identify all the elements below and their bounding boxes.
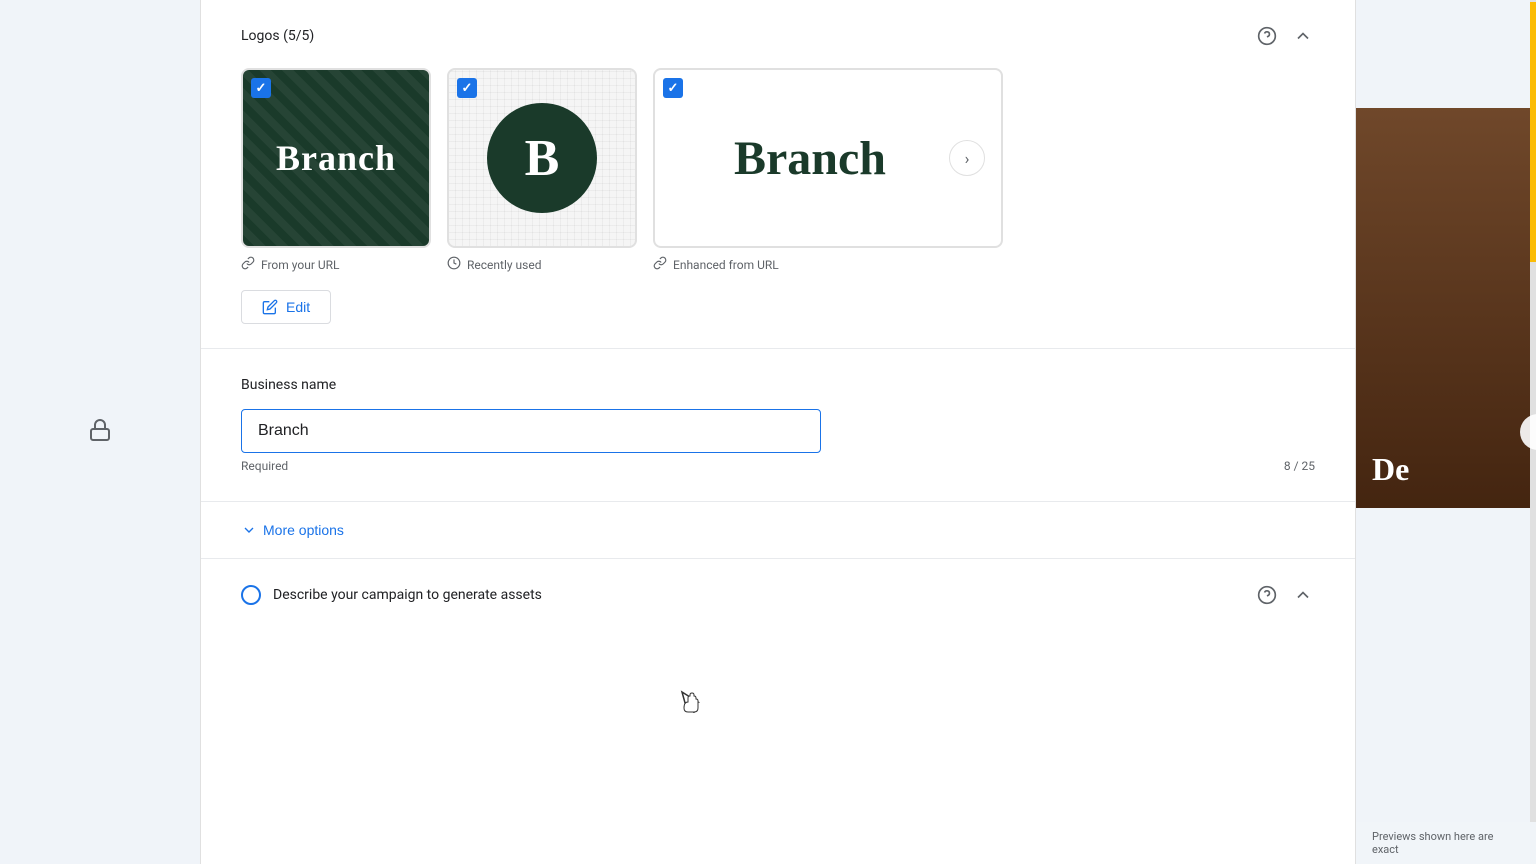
logo-card-3-container: Branch › Enhanced from URL	[653, 68, 1003, 274]
logos-help-button[interactable]	[1255, 24, 1279, 48]
describe-title: Describe your campaign to generate asset…	[273, 587, 542, 603]
previews-note-text: Previews shown here are exact	[1372, 830, 1493, 856]
logo-1-label: From your URL	[241, 256, 431, 274]
preview-text: De	[1372, 451, 1409, 488]
lock-icon	[88, 418, 112, 446]
preview-card: De	[1356, 108, 1536, 508]
edit-button-label: Edit	[286, 299, 310, 315]
logos-section-header: Logos (5/5)	[241, 24, 1315, 48]
logo-1-text: Branch	[276, 137, 396, 179]
logo-2-label: Recently used	[447, 256, 637, 274]
char-count: 8 / 25	[1284, 459, 1315, 473]
describe-collapse-button[interactable]	[1291, 583, 1315, 607]
previews-note: Previews shown here are exact	[1356, 822, 1536, 864]
logo-1-label-text: From your URL	[261, 258, 340, 272]
describe-help-button[interactable]	[1255, 583, 1279, 607]
more-options-section: More options	[201, 502, 1355, 559]
logo-card-2[interactable]: B	[447, 68, 637, 248]
more-options-button[interactable]: More options	[241, 522, 344, 538]
logo-card-3[interactable]: Branch ›	[653, 68, 1003, 248]
logo-3-label-text: Enhanced from URL	[673, 258, 779, 272]
input-footer: Required 8 / 25	[241, 459, 1315, 473]
logo-2-checkbox	[457, 78, 477, 98]
business-name-input-wrapper	[241, 409, 821, 453]
business-name-label: Business name	[241, 377, 1315, 393]
logo-cards-container: Branch From your URL	[241, 68, 1315, 274]
logo-1-url-icon	[241, 256, 255, 274]
logo-3-next-arrow[interactable]: ›	[949, 140, 985, 176]
describe-section-header: Describe your campaign to generate asset…	[241, 583, 1315, 607]
logo-card-2-container: B Recently used	[447, 68, 637, 274]
logo-2-clock-icon	[447, 256, 461, 274]
business-name-section: Business name Required 8 / 25	[201, 349, 1355, 502]
describe-section: Describe your campaign to generate asset…	[201, 559, 1355, 631]
describe-icons	[1255, 583, 1315, 607]
preview-scrollbar-thumb	[1530, 2, 1536, 261]
right-preview-panel: › De Previews shown here are exact	[1356, 0, 1536, 864]
logo-3-text: Branch	[671, 131, 949, 186]
sidebar	[0, 0, 200, 864]
more-options-label: More options	[263, 522, 344, 538]
describe-checkbox[interactable]	[241, 585, 261, 605]
describe-left: Describe your campaign to generate asset…	[241, 585, 542, 605]
logo-2-label-text: Recently used	[467, 258, 541, 272]
business-name-input[interactable]	[241, 409, 821, 453]
required-label: Required	[241, 459, 288, 473]
logo-2-letter: B	[525, 129, 560, 188]
logo-3-checkbox	[663, 78, 683, 98]
main-content: Logos (5/5)	[200, 0, 1356, 864]
logos-section-icons	[1255, 24, 1315, 48]
logo-3-label: Enhanced from URL	[653, 256, 1003, 274]
logo-2-circle: B	[487, 103, 597, 213]
logo-card-1[interactable]: Branch	[241, 68, 431, 248]
logo-card-1-container: Branch From your URL	[241, 68, 431, 274]
logos-title: Logos (5/5)	[241, 28, 314, 44]
edit-button[interactable]: Edit	[241, 290, 331, 324]
logo-1-checkbox	[251, 78, 271, 98]
logos-collapse-button[interactable]	[1291, 24, 1315, 48]
logo-3-url-icon	[653, 256, 667, 274]
logos-section: Logos (5/5)	[201, 0, 1355, 349]
